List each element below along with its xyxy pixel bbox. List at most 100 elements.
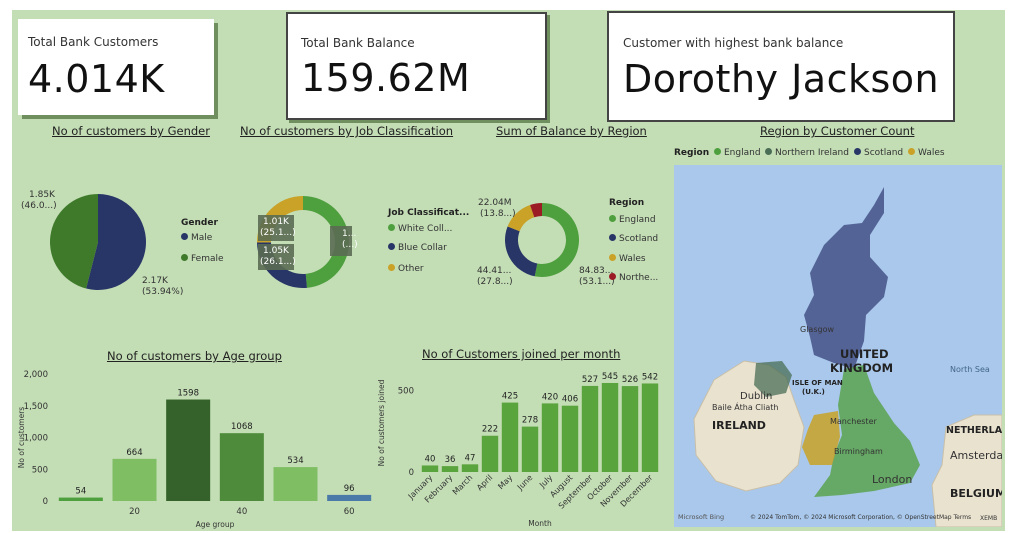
legend-label: White Coll...	[398, 224, 453, 234]
bar-data-label: 222	[482, 425, 498, 435]
legend-label: Northe...	[619, 273, 659, 283]
kpi-value: 4.014K	[28, 57, 165, 101]
kpi-card-balance[interactable]: Total Bank Balance 159.62M	[286, 12, 547, 120]
y-tick-label: 500	[398, 386, 414, 396]
bar-60[interactable]	[327, 494, 372, 501]
legend-item-other[interactable]: Other	[388, 264, 424, 274]
legend-dot	[609, 254, 616, 261]
legend-dot	[609, 215, 616, 222]
kpi-value: 159.62M	[301, 56, 471, 100]
map-legend-item-northern-ireland[interactable]: Northern Ireland	[765, 148, 849, 158]
x-tick-label: 60	[344, 507, 355, 517]
month-chart-title: No of Customers joined per month	[422, 347, 621, 361]
legend-label: Scotland	[619, 234, 659, 244]
legend-item-male[interactable]: Male	[181, 233, 212, 243]
legend-label: Scotland	[864, 148, 904, 158]
map-label-isle-of-man-2: (U.K.)	[802, 388, 825, 396]
map-credits-tail: XEMB	[980, 515, 998, 522]
map-credits[interactable]: © 2024 TomTom, © 2024 Microsoft Corporat…	[750, 514, 971, 521]
scotland-region	[804, 187, 888, 369]
bar-june[interactable]	[521, 426, 539, 472]
region-wales-data-label-pct: (13.8...)	[480, 209, 516, 219]
bar-december[interactable]	[641, 383, 659, 472]
kpi-label: Customer with highest bank balance	[623, 36, 844, 50]
bar-november[interactable]	[621, 386, 639, 472]
bar-april[interactable]	[481, 435, 499, 472]
gender-female-data-label: 1.85K	[29, 190, 55, 200]
bar-data-label: 406	[562, 395, 578, 405]
map-label-uk: UNITED	[840, 347, 889, 361]
y-tick-label: 0	[409, 468, 414, 478]
job-data-label: 1.05K	[263, 246, 289, 256]
bar-data-label: 1068	[231, 422, 253, 432]
bar-data-label: 47	[465, 453, 476, 463]
bar-march[interactable]	[461, 464, 479, 472]
bar-october[interactable]	[601, 382, 619, 472]
x-tick-label: June	[515, 473, 534, 492]
job-chart-title: No of customers by Job Classification	[240, 124, 454, 138]
map-legend-item-wales[interactable]: Wales	[908, 148, 945, 158]
gender-male-data-label-pct: (53.94%)	[142, 287, 184, 297]
map-geography	[693, 187, 1002, 527]
bar-january[interactable]	[421, 465, 439, 472]
kpi-card-customers[interactable]: Total Bank Customers 4.014K	[18, 19, 214, 115]
bar-may[interactable]	[501, 402, 519, 472]
map-legend-item-england[interactable]: England	[714, 148, 761, 158]
map-legend-item-scotland[interactable]: Scotland	[854, 148, 903, 158]
x-axis-label: Month	[528, 519, 552, 528]
legend-item-female[interactable]: Female	[181, 254, 224, 264]
map-bing-logo: Microsoft Bing	[678, 513, 725, 521]
job-data-label: 1.01K	[263, 217, 289, 227]
x-tick-label: March	[451, 473, 475, 497]
kpi-value: Dorothy Jackson	[623, 57, 940, 101]
map-legend-title: Region	[674, 148, 710, 158]
legend-item-wales[interactable]: Wales	[609, 254, 646, 264]
bar-august[interactable]	[561, 405, 579, 472]
bar-data-label: 36	[445, 455, 456, 465]
map-label-london: London	[872, 473, 913, 486]
bar-data-label: 278	[522, 416, 538, 426]
bar-50[interactable]	[273, 467, 318, 501]
legend-dot	[765, 148, 772, 155]
kpi-card-top-customer[interactable]: Customer with highest bank balance Dorot…	[607, 11, 955, 122]
map-label-belgium: BELGIUM	[950, 487, 1002, 500]
region-wales-data-label: 22.04M	[478, 198, 512, 208]
region-map-title: Region by Customer Count	[760, 124, 915, 138]
legend-dot	[388, 243, 395, 250]
bar-20[interactable]	[112, 458, 157, 501]
x-tick-label: 40	[236, 507, 247, 517]
legend-label: Wales	[619, 254, 646, 264]
bar-data-label: 664	[126, 448, 142, 458]
bar-july[interactable]	[541, 403, 559, 472]
legend-label: Wales	[918, 148, 945, 158]
bar-data-label: 96	[344, 484, 355, 494]
region-scotland-data-label-pct: (27.8...)	[477, 277, 513, 287]
y-tick-label: 500	[32, 465, 48, 475]
legend-item-northern-ireland[interactable]: Northe...	[609, 273, 658, 283]
y-tick-label: 0	[43, 497, 48, 507]
bar-september[interactable]	[581, 385, 599, 472]
legend-item-scotland[interactable]: Scotland	[609, 234, 658, 244]
bar--20[interactable]	[58, 497, 103, 501]
map-label-birmingham: Birmingham	[834, 447, 883, 456]
bar-40[interactable]	[219, 433, 264, 501]
gender-chart-title: No of customers by Gender	[52, 124, 210, 138]
legend-item-white-collar[interactable]: White Coll...	[388, 224, 452, 234]
region-balance-chart-title: Sum of Balance by Region	[496, 124, 647, 138]
region-map[interactable]: UNITED KINGDOM IRELAND Dublin Baile Átha…	[674, 165, 1002, 527]
job-data-label-pct: (26.1...)	[260, 257, 296, 267]
map-label-isle-of-man: ISLE OF MAN	[792, 379, 843, 387]
bar-february[interactable]	[441, 466, 459, 472]
x-tick-label: 20	[129, 507, 140, 517]
month-bar-chart[interactable]: 0500No of customers joinedMonth40January…	[372, 362, 668, 533]
legend-item-england[interactable]: England	[609, 215, 656, 225]
legend-dot	[854, 148, 861, 155]
bar-30[interactable]	[166, 399, 211, 501]
x-axis-label: Age group	[196, 520, 235, 529]
y-tick-label: 1,500	[24, 402, 48, 412]
bar-data-label: 526	[622, 375, 638, 385]
legend-item-blue-collar[interactable]: Blue Collar	[388, 243, 447, 253]
bar-data-label: 1598	[177, 389, 199, 399]
age-bar-chart[interactable]: 0 500 1,000 1,500 2,000 No of customers Age gr…	[12, 362, 382, 533]
map-label-ireland: IRELAND	[712, 419, 766, 432]
